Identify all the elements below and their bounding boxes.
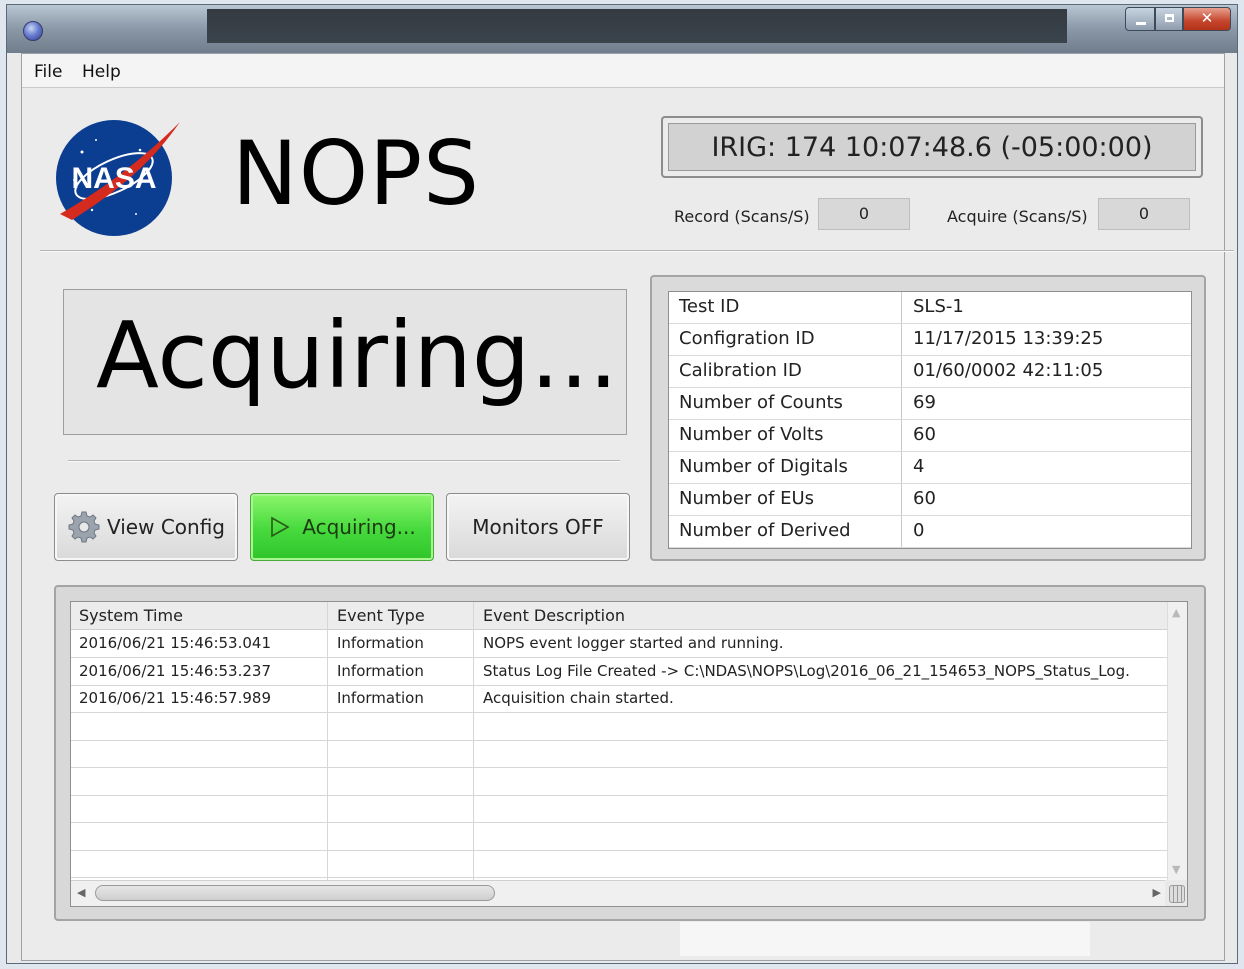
menu-bar: File Help — [22, 54, 1224, 88]
table-row[interactable] — [71, 768, 1167, 796]
menu-file[interactable]: File — [34, 62, 62, 82]
title-bar[interactable] — [7, 5, 1237, 53]
client-area: File Help NASA NOPS IRIG: 174 10:07:48.6… — [21, 53, 1234, 961]
nasa-logo-text: NASA — [71, 162, 156, 195]
resize-grip-icon[interactable] — [1169, 885, 1185, 903]
info-row: Configration ID 11/17/2015 13:39:25 — [669, 324, 1191, 356]
horizontal-scroll-thumb[interactable] — [95, 885, 495, 901]
info-value: 01/60/0002 42:11:05 — [913, 360, 1104, 381]
table-row[interactable]: 2016/06/21 15:46:53.041 Information NOPS e… — [71, 630, 1167, 658]
view-config-label: View Config — [107, 515, 225, 539]
info-value: SLS-1 — [913, 296, 964, 317]
info-row: Number of Digitals 4 — [669, 452, 1191, 484]
info-value: 11/17/2015 13:39:25 — [913, 328, 1104, 349]
log-cell-event-type: Information — [337, 689, 424, 707]
vertical-scrollbar[interactable]: ▲ ▼ — [1167, 602, 1187, 880]
menu-help[interactable]: Help — [82, 62, 121, 82]
info-row: Number of Derived 0 — [669, 516, 1191, 548]
status-strip — [680, 922, 1090, 956]
scroll-left-icon[interactable]: ◀ — [77, 886, 85, 899]
info-key: Number of Volts — [679, 424, 824, 445]
log-cell-event-type: Information — [337, 661, 424, 680]
test-info-table: Test ID SLS-1 Configration ID 11/17/2015 13… — [668, 291, 1192, 549]
maximize-button[interactable] — [1155, 7, 1183, 31]
log-cell-system-time: 2016/06/21 15:46:57.989 — [79, 689, 271, 707]
info-value: 60 — [913, 424, 936, 445]
table-row[interactable] — [71, 740, 1167, 768]
table-row[interactable] — [71, 713, 1167, 741]
info-row: Number of Volts 60 — [669, 420, 1191, 452]
info-key: Test ID — [679, 296, 740, 317]
scroll-down-icon[interactable]: ▼ — [1172, 863, 1180, 876]
play-icon — [271, 516, 290, 538]
header-divider — [40, 250, 1234, 252]
log-header-row: System Time Event Type Event Description — [71, 602, 1167, 630]
monitors-label: Monitors OFF — [472, 515, 604, 539]
title-bar-shade — [207, 9, 1067, 43]
record-rate-label: Record (Scans/S) — [674, 207, 810, 226]
info-key: Number of Counts — [679, 392, 843, 413]
log-header-system-time[interactable]: System Time — [79, 606, 183, 625]
record-rate-value: 0 — [818, 198, 910, 230]
app-title: NOPS — [232, 122, 481, 225]
info-row: Test ID SLS-1 — [669, 292, 1191, 324]
log-cell-event-type: Information — [337, 634, 424, 652]
info-key: Number of Derived — [679, 520, 851, 541]
table-row[interactable] — [71, 795, 1167, 823]
nasa-logo-icon: NASA — [56, 120, 180, 236]
log-cell-system-time: 2016/06/21 15:46:53.041 — [79, 634, 271, 652]
log-header-event-type[interactable]: Event Type — [337, 606, 425, 625]
table-row[interactable] — [71, 823, 1167, 851]
acquiring-button[interactable]: Acquiring... — [250, 493, 434, 561]
event-log-table[interactable]: System Time Event Type Event Description… — [70, 601, 1188, 907]
acquire-rate-label: Acquire (Scans/S) — [947, 207, 1088, 226]
info-key: Calibration ID — [679, 360, 802, 381]
app-icon[interactable] — [23, 21, 43, 41]
view-config-button[interactable]: View Config — [54, 493, 238, 561]
info-row: Number of Counts 69 — [669, 388, 1191, 420]
acquiring-label: Acquiring... — [302, 515, 416, 539]
table-row[interactable]: 2016/06/21 15:46:57.989 Information Acquis… — [71, 685, 1167, 713]
monitors-toggle-button[interactable]: Monitors OFF — [446, 493, 630, 561]
info-value: 4 — [913, 456, 925, 477]
irig-text: IRIG: 174 10:07:48.6 (-05:00:00) — [711, 132, 1153, 163]
acquire-rate-value: 0 — [1098, 198, 1190, 230]
log-cell-event-description: Status Log File Created -> C:\NDAS\NOPS\… — [483, 661, 1130, 680]
log-cell-system-time: 2016/06/21 15:46:53.237 — [79, 661, 271, 680]
window-controls — [1125, 7, 1231, 33]
test-info-panel: Test ID SLS-1 Configration ID 11/17/2015 13… — [650, 275, 1206, 561]
info-key: Number of Digitals — [679, 456, 848, 477]
info-value: 0 — [913, 520, 925, 541]
info-row: Calibration ID 01/60/0002 42:11:05 — [669, 356, 1191, 388]
log-header-event-description[interactable]: Event Description — [483, 606, 625, 625]
log-cell-event-description: NOPS event logger started and running. — [483, 634, 784, 652]
info-value: 69 — [913, 392, 936, 413]
event-log-panel: System Time Event Type Event Description… — [54, 585, 1206, 921]
status-divider — [68, 460, 620, 462]
table-row[interactable] — [71, 850, 1167, 878]
log-cell-event-description: Acquisition chain started. — [483, 689, 674, 707]
table-row[interactable]: 2016/06/21 15:46:53.237 Information Status… — [71, 658, 1167, 686]
gear-icon — [68, 511, 100, 543]
info-value: 60 — [913, 488, 936, 509]
info-row: Number of EUs 60 — [669, 484, 1191, 516]
app-window: File Help NASA NOPS IRIG: 174 10:07:48.6… — [6, 4, 1238, 964]
scrollbar-corner — [1165, 880, 1187, 906]
minimize-button[interactable] — [1125, 7, 1155, 31]
info-key: Configration ID — [679, 328, 815, 349]
horizontal-scrollbar[interactable]: ◀ ▶ — [71, 880, 1167, 906]
info-key: Number of EUs — [679, 488, 815, 509]
close-button[interactable] — [1183, 7, 1231, 31]
irig-time-display: IRIG: 174 10:07:48.6 (-05:00:00) — [661, 116, 1203, 178]
status-text: Acquiring... — [96, 302, 618, 409]
status-display: Acquiring... — [63, 289, 627, 435]
scroll-right-icon[interactable]: ▶ — [1153, 886, 1161, 899]
scroll-up-icon[interactable]: ▲ — [1172, 606, 1180, 619]
